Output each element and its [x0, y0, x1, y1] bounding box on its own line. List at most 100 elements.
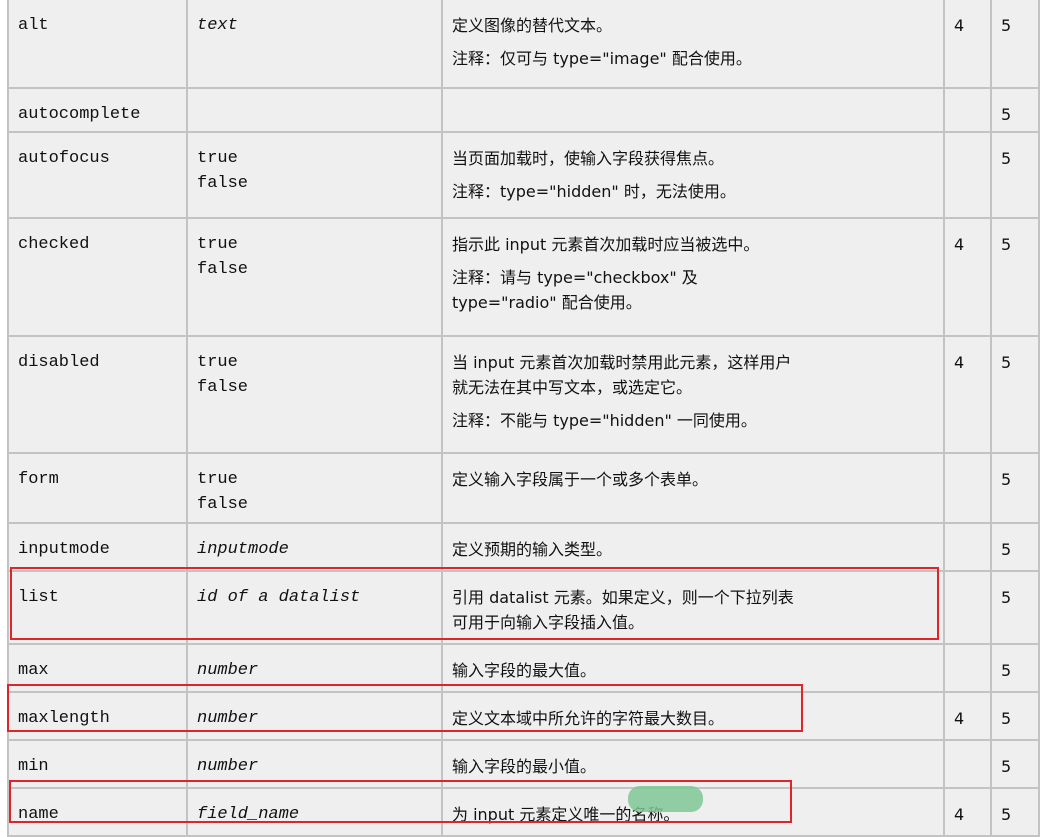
version-support: 4: [954, 235, 965, 254]
attribute-cell: form: [7, 452, 188, 524]
version-v4-cell: 4: [943, 0, 992, 89]
attribute-value: number: [197, 661, 259, 680]
description-text: 输入字段的最小值。: [452, 757, 597, 776]
description-text: 输入字段的最大值。: [452, 661, 597, 680]
value-cell: true false: [186, 217, 443, 337]
description-cell: 定义预期的输入类型。: [441, 522, 945, 572]
version-support: 5: [1001, 709, 1012, 728]
version-support: 4: [954, 709, 965, 728]
attribute-value: true false: [197, 470, 249, 514]
description-text: 定义预期的输入类型。: [452, 540, 613, 559]
value-cell: inputmode: [186, 522, 443, 572]
table-row: inputmode inputmode 定义预期的输入类型。 5: [7, 522, 1040, 572]
version-support: 5: [1001, 540, 1012, 559]
table-row: alt text 定义图像的替代文本。 注释：仅可与 type="image" 配合使…: [7, 0, 1040, 89]
version-v5-cell: 5: [990, 570, 1040, 645]
version-v4-cell: [943, 570, 992, 645]
attribute-name: disabled: [18, 353, 100, 372]
description-cell: [441, 87, 945, 133]
version-support: 5: [1001, 470, 1012, 489]
description-text: 指示此 input 元素首次加载时应当被选中。: [452, 235, 760, 254]
table-row: checked true false 指示此 input 元素首次加载时应当被选中。…: [7, 217, 1040, 337]
version-v5-cell: 5: [990, 87, 1040, 133]
attribute-name: autofocus: [18, 149, 110, 168]
attribute-value: true false: [197, 235, 249, 279]
description-text: 当 input 元素首次加载时禁用此元素，这样用户 就无法在其中写文本，或选定它…: [452, 353, 792, 397]
value-cell: true false: [186, 131, 443, 219]
attribute-name: alt: [18, 16, 49, 35]
version-v5-cell: 5: [990, 217, 1040, 337]
version-support: 5: [1001, 588, 1012, 607]
version-v5-cell: 5: [990, 739, 1040, 789]
version-v5-cell: 5: [990, 522, 1040, 572]
value-cell: true false: [186, 452, 443, 524]
attribute-cell: inputmode: [7, 522, 188, 572]
version-support: 4: [954, 16, 965, 35]
version-support: 5: [1001, 16, 1012, 35]
attribute-value: text: [197, 16, 238, 35]
attribute-cell: checked: [7, 217, 188, 337]
version-v4-cell: [943, 452, 992, 524]
attribute-name: autocomplete: [18, 105, 141, 124]
description-text: 定义输入字段属于一个或多个表单。: [452, 470, 709, 489]
version-v4-cell: 4: [943, 217, 992, 337]
description-cell: 指示此 input 元素首次加载时应当被选中。注释：请与 type="check…: [441, 217, 945, 337]
table-row: autocomplete 5: [7, 87, 1040, 133]
version-v5-cell: 5: [990, 787, 1040, 837]
version-support: 5: [1001, 235, 1012, 254]
version-v4-cell: 4: [943, 691, 992, 741]
value-cell: text: [186, 0, 443, 89]
description-text: 注释：仅可与 type="image" 配合使用。: [452, 49, 752, 68]
description-text: 注释：type="hidden" 时，无法使用。: [452, 182, 736, 201]
table-row: disabled true false 当 input 元素首次加载时禁用此元素，这…: [7, 335, 1040, 454]
attribute-cell: autofocus: [7, 131, 188, 219]
version-v4-cell: [943, 643, 992, 693]
version-v5-cell: 5: [990, 643, 1040, 693]
version-v4-cell: 4: [943, 335, 992, 454]
description-cell: 当 input 元素首次加载时禁用此元素，这样用户 就无法在其中写文本，或选定它…: [441, 335, 945, 454]
value-cell: true false: [186, 335, 443, 454]
annotation-box-maxlength: [7, 684, 803, 732]
annotation-box-list: [10, 567, 939, 640]
version-support: 5: [1001, 353, 1012, 372]
version-support: 5: [1001, 757, 1012, 776]
version-v4-cell: [943, 131, 992, 219]
attribute-name: max: [18, 661, 49, 680]
version-support: 5: [1001, 105, 1012, 124]
attribute-value: number: [197, 757, 259, 776]
description-text: 注释：不能与 type="hidden" 一同使用。: [452, 411, 757, 430]
version-support: 4: [954, 353, 965, 372]
version-v4-cell: [943, 739, 992, 789]
attribute-name: inputmode: [18, 540, 110, 559]
annotation-box-name: [9, 780, 792, 823]
description-cell: 当页面加载时，使输入字段获得焦点。 注释：type="hidden" 时，无法使用…: [441, 131, 945, 219]
version-support: 5: [1001, 661, 1012, 680]
version-v5-cell: 5: [990, 452, 1040, 524]
attribute-cell: disabled: [7, 335, 188, 454]
attribute-name: min: [18, 757, 49, 776]
attribute-cell: alt: [7, 0, 188, 89]
version-support: 4: [954, 805, 965, 824]
attribute-value: inputmode: [197, 540, 289, 559]
value-cell: [186, 87, 443, 133]
attribute-value: true false: [197, 149, 249, 193]
version-v5-cell: 5: [990, 131, 1040, 219]
description-cell: 定义输入字段属于一个或多个表单。: [441, 452, 945, 524]
version-v4-cell: [943, 87, 992, 133]
table-row: form true false 定义输入字段属于一个或多个表单。 5: [7, 452, 1040, 524]
version-support: 5: [1001, 805, 1012, 824]
version-v5-cell: 5: [990, 335, 1040, 454]
version-v5-cell: 5: [990, 691, 1040, 741]
attribute-name: checked: [18, 235, 90, 254]
version-v5-cell: 5: [990, 0, 1040, 89]
version-v4-cell: [943, 522, 992, 572]
description-text: 当页面加载时，使输入字段获得焦点。: [452, 149, 725, 168]
attribute-name: form: [18, 470, 59, 489]
description-text: 注释：请与 type="checkbox" 及 type="radio" 配合使…: [452, 268, 698, 312]
version-support: 5: [1001, 149, 1012, 168]
description-cell: 定义图像的替代文本。 注释：仅可与 type="image" 配合使用。: [441, 0, 945, 89]
table-row: autofocus true false 当页面加载时，使输入字段获得焦点。 注释：t…: [7, 131, 1040, 219]
attribute-value: true false: [197, 353, 249, 397]
version-v4-cell: 4: [943, 787, 992, 837]
attribute-cell: autocomplete: [7, 87, 188, 133]
